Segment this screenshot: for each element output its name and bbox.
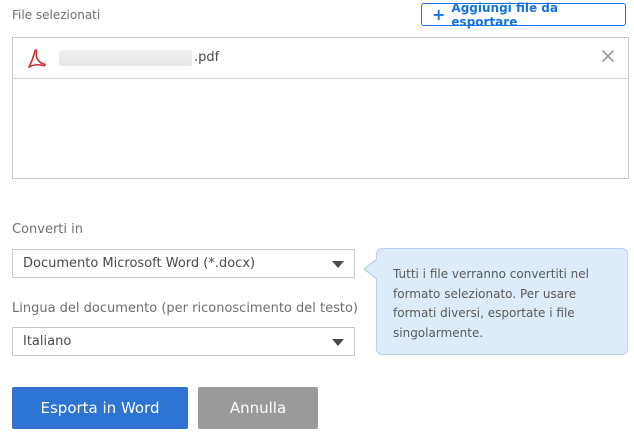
tooltip-arrow	[365, 259, 378, 279]
file-list: .pdf	[12, 37, 629, 179]
plus-icon: +	[432, 4, 446, 24]
caret-down-icon	[332, 261, 344, 268]
file-list-item[interactable]: .pdf	[13, 38, 628, 79]
document-language-select[interactable]: Italiano	[12, 327, 355, 356]
add-files-button-label: Aggiungi file da esportare	[451, 0, 558, 29]
pdf-icon	[28, 49, 46, 68]
export-to-word-button[interactable]: Esporta in Word	[12, 387, 188, 429]
add-files-button[interactable]: + Aggiungi file da esportare	[421, 0, 626, 29]
redacted-filename	[59, 50, 192, 66]
file-extension: .pdf	[194, 50, 220, 65]
convert-format-select[interactable]: Documento Microsoft Word (*.docx)	[12, 249, 355, 278]
info-tooltip-text: Tutti i file verranno convertiti nel for…	[393, 267, 589, 340]
cancel-button[interactable]: Annulla	[198, 387, 318, 429]
document-language-value: Italiano	[23, 334, 72, 349]
convert-format-value: Documento Microsoft Word (*.docx)	[23, 256, 256, 271]
info-tooltip: Tutti i file verranno convertiti nel for…	[376, 248, 628, 355]
convert-to-label: Converti in	[12, 222, 83, 237]
caret-down-icon	[332, 339, 344, 346]
export-dialog: File selezionati + Aggiungi file da espo…	[0, 0, 634, 442]
selected-files-label: File selezionati	[12, 8, 101, 22]
close-icon[interactable]	[600, 48, 616, 64]
document-language-label: Lingua del documento (per riconoscimento…	[12, 301, 359, 316]
